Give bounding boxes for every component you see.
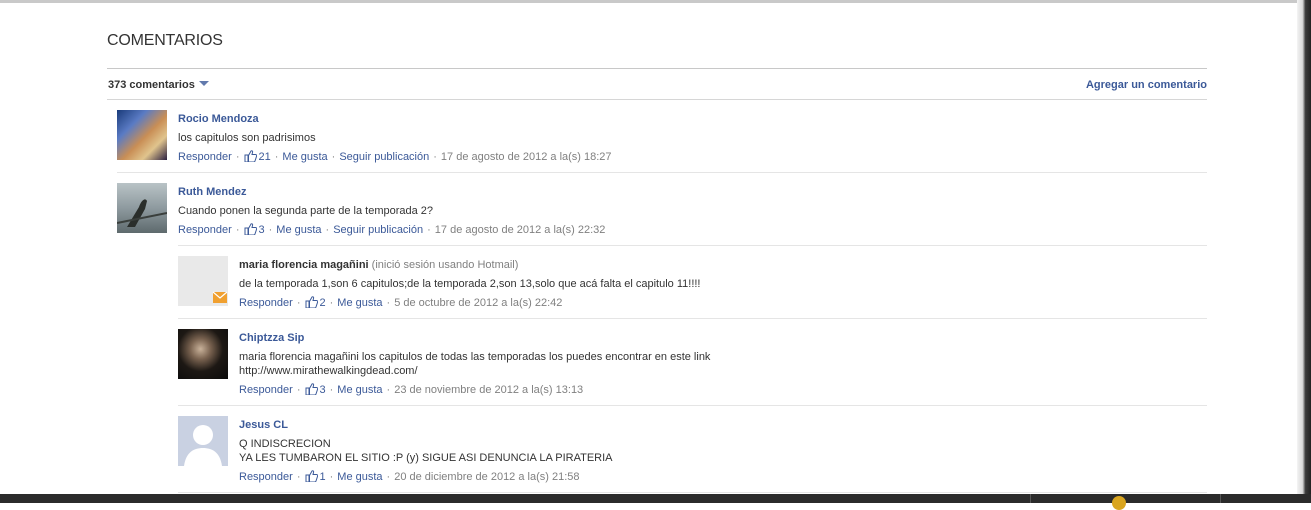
avatar[interactable] — [178, 416, 228, 466]
divider — [178, 492, 1207, 493]
section-title: COMENTARIOS — [107, 32, 223, 49]
reply-link[interactable]: Responder — [239, 471, 293, 483]
add-comment-link[interactable]: Agregar un comentario — [1086, 79, 1207, 91]
reply-link[interactable]: Responder — [239, 384, 293, 396]
like-button[interactable]: Me gusta — [337, 471, 382, 483]
comment-count-label: 373 comentarios — [108, 79, 195, 91]
like-button[interactable]: Me gusta — [337, 297, 382, 309]
envelope-icon — [212, 291, 228, 303]
like-count[interactable]: 21 — [244, 150, 271, 163]
divider — [178, 405, 1207, 406]
comment-text: Q INDISCRECION YA LES TUMBARON EL SITIO … — [239, 438, 613, 464]
window-edge — [1297, 0, 1311, 503]
divider — [117, 172, 1207, 173]
comment-date: 5 de octubre de 2012 a la(s) 22:42 — [394, 297, 563, 309]
comment-count-dropdown[interactable]: 373 comentarios — [108, 79, 209, 91]
comment-text: Cuando ponen la segunda parte de la temp… — [178, 205, 434, 217]
thumbs-up-icon — [305, 296, 318, 308]
comment-author[interactable]: Rocio Mendoza — [178, 112, 1158, 126]
avatar[interactable] — [116, 183, 168, 233]
default-user-icon — [184, 425, 222, 466]
comment-author: maria florencia magañini (inició sesión … — [239, 259, 519, 271]
avatar[interactable] — [178, 329, 228, 379]
like-count[interactable]: 2 — [305, 296, 326, 309]
like-button[interactable]: Me gusta — [282, 151, 327, 163]
top-border — [0, 0, 1297, 3]
like-count[interactable]: 1 — [305, 470, 326, 483]
reply-link[interactable]: Responder — [239, 297, 293, 309]
follow-post-link[interactable]: Seguir publicación — [339, 151, 429, 163]
divider — [178, 245, 1207, 246]
comment-text: de la temporada 1,son 6 capitulos;de la … — [239, 278, 701, 290]
caret-down-icon — [198, 81, 209, 86]
follow-post-link[interactable]: Seguir publicación — [333, 224, 423, 236]
divider — [107, 99, 1207, 100]
like-button[interactable]: Me gusta — [337, 384, 382, 396]
divider — [178, 318, 1207, 319]
comment-actions: Responder · 1 · Me gusta · 20 de diciembre de … — [239, 470, 580, 483]
thumbs-up-icon — [244, 223, 257, 235]
like-count[interactable]: 3 — [305, 383, 326, 396]
comment-actions: Responder · 3 · Me gusta · 23 de noviembre de … — [239, 383, 584, 396]
comment-date: 17 de agosto de 2012 a la(s) 18:27 — [440, 151, 612, 163]
comment-text: los capitulos son padrisimos — [178, 132, 316, 144]
comment-date: 17 de agosto de 2012 a la(s) 22:32 — [434, 224, 606, 236]
comment-author[interactable]: Ruth Mendez — [178, 185, 1158, 199]
taskbar — [0, 494, 1311, 510]
thumbs-up-icon — [244, 150, 257, 162]
reply-link[interactable]: Responder — [178, 151, 232, 163]
comment-actions: Responder · 21 · Me gusta · Seguir publicación… — [178, 150, 612, 163]
comment-date: 20 de diciembre de 2012 a la(s) 21:58 — [394, 471, 580, 483]
thumbs-up-icon — [305, 470, 318, 482]
comment-text: maria florencia magañini los capitulos d… — [239, 351, 711, 377]
bird-picture — [116, 199, 168, 227]
status-dot — [1112, 496, 1126, 510]
divider — [107, 68, 1207, 69]
comment-actions: Responder · 3 · Me gusta · Seguir publicación ·… — [178, 223, 606, 236]
comment-author[interactable]: Jesus CL — [239, 418, 1219, 432]
like-count[interactable]: 3 — [244, 223, 265, 236]
comment-actions: Responder · 2 · Me gusta · 5 de octubre de 201… — [239, 296, 563, 309]
login-note: (inició sesión usando Hotmail) — [371, 259, 519, 271]
comment-author[interactable]: Chiptzza Sip — [239, 331, 1219, 345]
reply-link[interactable]: Responder — [178, 224, 232, 236]
avatar[interactable] — [117, 110, 167, 160]
thumbs-up-icon — [305, 383, 318, 395]
avatar[interactable] — [178, 256, 228, 306]
like-button[interactable]: Me gusta — [276, 224, 321, 236]
comment-date: 23 de noviembre de 2012 a la(s) 13:13 — [394, 384, 584, 396]
